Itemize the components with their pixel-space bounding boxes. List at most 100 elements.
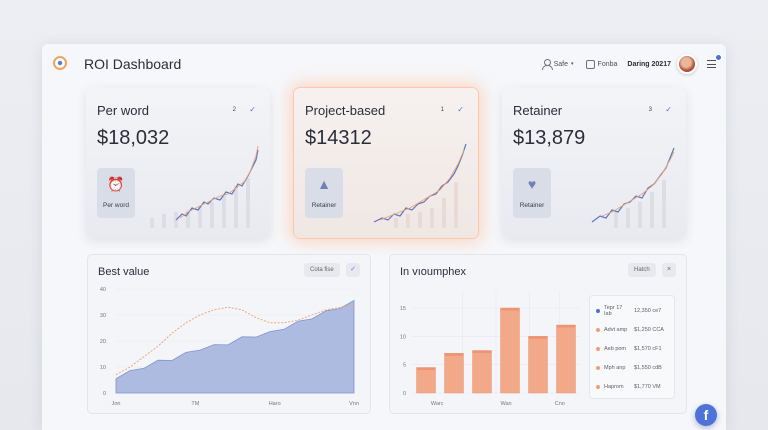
close-icon[interactable]: × xyxy=(662,263,676,277)
card-icon-label: Retainer xyxy=(311,202,337,209)
legend-label: Advt amp xyxy=(604,326,628,333)
legend-label: Haprom xyxy=(604,383,624,390)
volume-bar-chart: 15 10 5 0 Warc Wan Cno xyxy=(400,291,580,407)
bar xyxy=(472,350,492,394)
legend-value: $1,570 cF1 xyxy=(634,345,662,352)
legend-dot xyxy=(596,308,600,313)
card-title: Project-based xyxy=(305,103,386,118)
area-series xyxy=(115,299,355,394)
x-tick-label: Haro xyxy=(269,401,281,407)
y-tick-label: 0 xyxy=(103,391,106,397)
check-icon[interactable]: ✓ xyxy=(457,105,464,114)
volume-panel: In vıoumphex Hatch × 15 10 5 0 Warc Wan Cno Te… xyxy=(389,254,687,414)
legend-item: Advt amp $1,250 CCA xyxy=(596,320,668,339)
triangle-icon: ▲ xyxy=(317,176,331,192)
check-icon[interactable]: ✓ xyxy=(346,263,360,277)
chart-legend: Tepr 17 Iab 12,350 ce7 Advt amp $1,250 CCA A… xyxy=(589,295,675,399)
bar xyxy=(556,324,576,394)
card-title: Retainer xyxy=(513,103,563,118)
x-tick-label: Warc xyxy=(431,401,444,407)
card-icon-button[interactable]: ⏰ Per word xyxy=(97,168,135,218)
legend-item: Aeb pom $1,570 cF1 xyxy=(596,339,668,358)
card-badge: 1 xyxy=(440,107,444,113)
x-tick-label: Cno xyxy=(555,401,565,407)
facebook-icon[interactable]: f xyxy=(695,404,717,426)
bar xyxy=(500,307,520,394)
bag-icon xyxy=(585,59,595,69)
bar-cap xyxy=(416,367,436,370)
bar xyxy=(416,367,436,394)
y-tick-label: 5 xyxy=(403,363,406,369)
bar-cap xyxy=(444,353,464,356)
alarm-icon: ⏰ xyxy=(107,175,125,192)
sparkline-chart xyxy=(591,147,675,228)
menu-icon[interactable] xyxy=(707,54,722,69)
hatch-button[interactable]: Hatch xyxy=(628,263,656,277)
x-tick-label: TM xyxy=(191,401,199,407)
x-tick-label: Wan xyxy=(501,401,512,407)
card-icon-label: Per word xyxy=(102,202,129,209)
dashboard-window: ROI Dashboard Safe ▾ Fonba Daring 20217 … xyxy=(42,44,726,430)
legend-label: Aeb pom xyxy=(604,345,627,352)
user-icon xyxy=(541,59,553,70)
legend-dot xyxy=(596,384,600,389)
x-tick-label: Jon xyxy=(112,401,121,407)
card-icon-button[interactable]: ▲ Retainer xyxy=(305,168,343,218)
card-icon-button[interactable]: ♥ Retainer xyxy=(513,168,551,218)
bag-label: Fonba xyxy=(597,60,618,68)
panel-title: In vıoumphex xyxy=(400,266,467,278)
best-value-panel: Best value Cota fise ✓ 40 30 20 10 0 Jon TM Har… xyxy=(87,254,371,414)
legend-item: Haprom $1,770 VM xyxy=(596,377,668,396)
bag-menu[interactable]: Fonba xyxy=(585,59,618,69)
y-tick-label: 10 xyxy=(400,334,406,340)
app-logo-icon[interactable] xyxy=(53,56,67,70)
y-tick-label: 20 xyxy=(100,339,106,345)
check-icon[interactable]: ✓ xyxy=(249,105,256,114)
bar-cap xyxy=(500,308,520,311)
filter-pill[interactable]: Cota fise xyxy=(304,263,340,277)
legend-dot xyxy=(596,365,600,370)
x-tick-label: Vnn xyxy=(349,401,359,407)
card-title: Per word xyxy=(97,103,150,118)
bar xyxy=(444,353,464,394)
sparkline-chart xyxy=(150,145,259,228)
app-header: ROI Dashboard Safe ▾ Fonba Daring 20217 xyxy=(42,44,726,84)
y-tick-label: 30 xyxy=(100,313,106,319)
legend-label: Mph anp xyxy=(604,364,626,371)
panel-title: Best value xyxy=(98,266,150,278)
chevron-down-icon: ▾ xyxy=(571,61,574,67)
bar xyxy=(528,336,548,394)
legend-value: $1,550 cdB xyxy=(634,364,662,371)
y-tick-label: 40 xyxy=(100,287,106,293)
heart-icon: ♥ xyxy=(527,176,537,192)
legend-value: $1,770 VM xyxy=(634,383,661,390)
legend-value: $1,250 CCA xyxy=(634,326,664,333)
bar-cap xyxy=(556,325,576,328)
check-icon[interactable]: ✓ xyxy=(665,105,672,114)
sparkline-chart xyxy=(373,143,467,228)
legend-label: Tepr 17 Iab xyxy=(604,304,623,317)
user-name: Daring 20217 xyxy=(627,60,671,68)
notification-badge xyxy=(715,54,722,61)
safe-menu[interactable]: Safe ▾ xyxy=(541,59,574,70)
card-per-word[interactable]: Per word 2 ✓ $18,032 ⏰ Per word xyxy=(86,88,270,238)
bar-cap xyxy=(472,350,492,353)
card-badge: 3 xyxy=(648,107,652,113)
page-title: ROI Dashboard xyxy=(84,56,182,72)
best-value-area-chart: 40 30 20 10 0 Jon TM Haro Vnn xyxy=(100,287,359,407)
legend-value: 12,350 ce7 xyxy=(634,307,662,314)
card-retainer[interactable]: Retainer 3 ✓ $13,879 ♥ Retainer xyxy=(502,88,686,238)
y-tick-label: 15 xyxy=(400,306,406,312)
card-icon-label: Retainer xyxy=(519,202,545,209)
legend-item: Tepr 17 Iab 12,350 ce7 xyxy=(596,301,668,320)
card-badge: 2 xyxy=(232,107,236,113)
y-tick-label: 10 xyxy=(100,365,106,371)
legend-dot xyxy=(596,327,600,332)
avatar[interactable] xyxy=(677,54,697,74)
legend-item: Mph anp $1,550 cdB xyxy=(596,358,668,377)
y-tick-label: 0 xyxy=(403,391,406,397)
safe-label: Safe xyxy=(553,60,569,68)
legend-dot xyxy=(596,346,600,351)
bar-cap xyxy=(528,336,548,339)
card-project-based[interactable]: Project-based 1 ✓ $14312 ▲ Retainer xyxy=(294,88,478,238)
